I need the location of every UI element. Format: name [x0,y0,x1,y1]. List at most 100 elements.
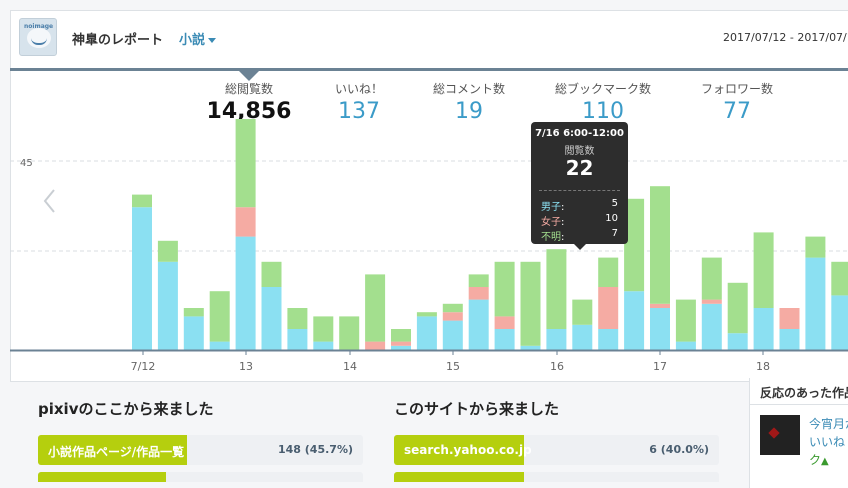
chart-bar-segment [313,341,334,350]
x-tick-label: 13 [239,360,253,373]
chart-bar-segment [753,232,774,308]
chart-bar-segment [624,291,645,350]
x-tick-label: 17 [653,360,667,373]
referrer-name: 小説作品ページ/作品一覧 [48,445,185,459]
chart-bar-segment [468,287,489,300]
work-trend-label: ク [809,453,822,467]
chart-bar-segment [261,261,282,287]
tooltip-row-male: 男子: 5 [541,198,618,213]
tooltip-row-name: 不明 [541,232,561,243]
chart-bar-segment [650,186,670,304]
chart-bar-segment [365,341,386,350]
work-thumbnail[interactable] [760,415,800,455]
chart-bar-segment [391,329,411,342]
tooltip-row-name: 女子 [541,217,561,228]
chart-bar-segment [779,329,800,350]
chart-bar-segment [209,341,230,350]
tooltip-row-female: 女子: 10 [541,213,618,228]
chart-bar-segment [235,236,256,350]
pixiv-referrer-row[interactable] [38,472,363,482]
chart-bar-segment [546,249,567,329]
chart-bar-segment [831,295,848,350]
referrer-fill-bar [38,472,166,482]
chart-bar-segment [235,207,256,237]
x-tick-label: 16 [550,360,564,373]
chart-bar-segment [287,329,308,350]
views-chart: 45 7/12 13 14 15 16 17 18 [10,119,848,373]
y-max-label: 45 [20,158,33,169]
x-tick-label: 15 [446,360,460,373]
chart-tooltip: 7/16 6:00-12:00 閲覧数 22 男子: 5 女子: 10 不明: 7 [531,122,628,250]
chart-bar-segment [442,320,463,350]
chart-bar-segment [753,308,774,350]
chart-bar-segment [727,282,748,334]
chart-bar-segment [650,308,670,350]
referrer-fill-bar [394,472,524,482]
pixiv-referrer-row[interactable]: 小説作品ページ/作品一覧 148 (45.7%) [38,435,363,465]
chart-bar-segment [520,345,541,350]
chart-bar-segment [701,303,722,350]
chart-bar-segment [209,291,230,342]
chart-bar-segment [727,333,748,350]
tooltip-row-name: 男子 [541,202,561,213]
chart-bar-segment [132,194,152,208]
chart-bar-segment [183,316,204,350]
tooltip-label: 閲覧数 [564,146,595,157]
chart-bar-segment [235,119,256,208]
chart-bar-segment [701,299,722,304]
chart-bar-segment [339,316,360,350]
chart-bar-segment [598,287,619,329]
chart-bar-segment [701,257,722,300]
referrer-name: search.yahoo.co.jp [404,443,532,457]
chart-bar-segment [572,324,593,350]
tooltip-time: 7/16 6:00-12:00 [535,128,624,139]
chart-bar-segment [494,316,515,329]
chart-bar-segment [442,303,463,313]
pixiv-referrer-title: pixivのここから来ました [38,400,214,418]
site-referrer-row[interactable] [394,472,719,482]
chart-bar-segment [416,316,437,350]
arrow-up-icon: ▲ [821,456,829,467]
chart-bar-segment [675,299,696,342]
tooltip-row-value: 10 [605,213,618,224]
tooltip-total: 22 [565,156,594,180]
chart-bar-segment [572,299,593,325]
chart-bar-segment [494,261,515,317]
chart-bar-segment [598,329,619,350]
chart-bar-segment [313,316,334,342]
tooltip-row-unknown: 不明: 7 [541,228,618,243]
work-stat-label: いいね [809,435,846,449]
chart-bar-segment [546,329,567,350]
reacted-works-panel: 反応のあった作品 今宵月が いいね ク▲ [749,378,848,488]
chevron-left-icon [43,189,55,213]
site-referrer-row[interactable]: search.yahoo.co.jp 6 (40.0%) [394,435,719,465]
chart-bar-segment [598,257,619,287]
x-tick-label: 18 [756,360,770,373]
chart-bar-segment [650,303,670,308]
work-title-link[interactable]: 今宵月が [809,415,848,432]
chart-bar-segment [287,308,308,329]
chart-bar-segment [365,274,386,342]
chart-bar-segment [416,312,437,317]
chart-bar-segment [391,345,411,350]
chart-bar-segment [831,261,848,296]
work-trend: ク▲ [809,451,829,468]
chart-bar-segment [132,207,152,350]
chart-bar-segment [494,329,515,350]
chart-bar-segment [157,240,178,262]
chart-bar-segment [157,261,178,350]
reacted-works-title: 反応のあった作品 [760,386,848,400]
x-tick-label: 7/12 [131,360,156,373]
chart-bar-segment [805,236,826,258]
chart-bar-segment [468,299,489,350]
chart-bar-segment [261,287,282,350]
tooltip-row-value: 5 [611,198,618,209]
referrer-count: 6 (40.0%) [649,443,709,456]
referrer-count: 148 (45.7%) [277,443,353,456]
site-referrer-title: このサイトから来ました [394,400,560,418]
chart-bar-segment [442,312,463,321]
chart-bar-segment [520,261,541,346]
tooltip-row-value: 7 [611,228,618,239]
chart-bar-segment [468,274,489,287]
chart-bar-segment [779,308,800,329]
